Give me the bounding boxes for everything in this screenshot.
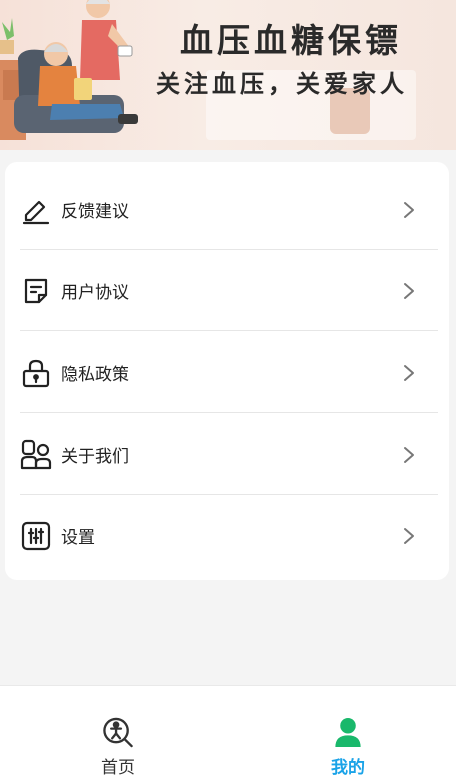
settings-sliders-icon — [20, 520, 52, 552]
menu-item-label: 关于我们 — [61, 447, 129, 467]
user-icon — [335, 717, 361, 748]
chevron-right-icon — [404, 201, 414, 218]
menu-item-label: 隐私政策 — [61, 365, 129, 385]
chevron-right-icon — [404, 446, 414, 463]
banner-title: 血压血糖保镖 — [180, 21, 402, 60]
banner-subtitle: 关注血压，关爱家人 — [156, 70, 408, 98]
menu-divider — [20, 412, 438, 413]
menu-item-label: 用户协议 — [61, 283, 129, 303]
edit-pen-icon — [20, 194, 52, 226]
menu-divider — [20, 330, 438, 331]
chevron-right-icon — [404, 282, 414, 299]
menu-item-settings[interactable]: 设置 — [20, 495, 438, 576]
chevron-right-icon — [404, 527, 414, 544]
menu-item-user-agreement[interactable]: 用户协议 — [20, 250, 438, 331]
menu-item-label: 反馈建议 — [61, 202, 129, 222]
tab-label: 首页 — [101, 758, 135, 777]
people-icon — [20, 439, 52, 471]
header-banner: 血压血糖保镖 关注血压，关爱家人 — [0, 0, 456, 150]
document-icon — [20, 275, 52, 307]
home-search-icon — [103, 717, 133, 748]
bottom-tab-bar: 首页 我的 — [0, 685, 456, 777]
elderly-couple-illustration — [0, 0, 138, 140]
menu-item-privacy-policy[interactable]: 隐私政策 — [20, 332, 438, 413]
menu-item-about-us[interactable]: 关于我们 — [20, 414, 438, 495]
chevron-right-icon — [404, 364, 414, 381]
lock-icon — [20, 357, 52, 389]
tab-home[interactable]: 首页 — [4, 686, 232, 777]
menu-card: 反馈建议 用户协议 隐私政策 关于我们 设置 — [5, 162, 449, 580]
menu-item-feedback[interactable]: 反馈建议 — [20, 169, 438, 250]
tab-label: 我的 — [331, 758, 365, 777]
tab-mine[interactable]: 我的 — [234, 686, 456, 777]
menu-item-label: 设置 — [61, 528, 95, 548]
